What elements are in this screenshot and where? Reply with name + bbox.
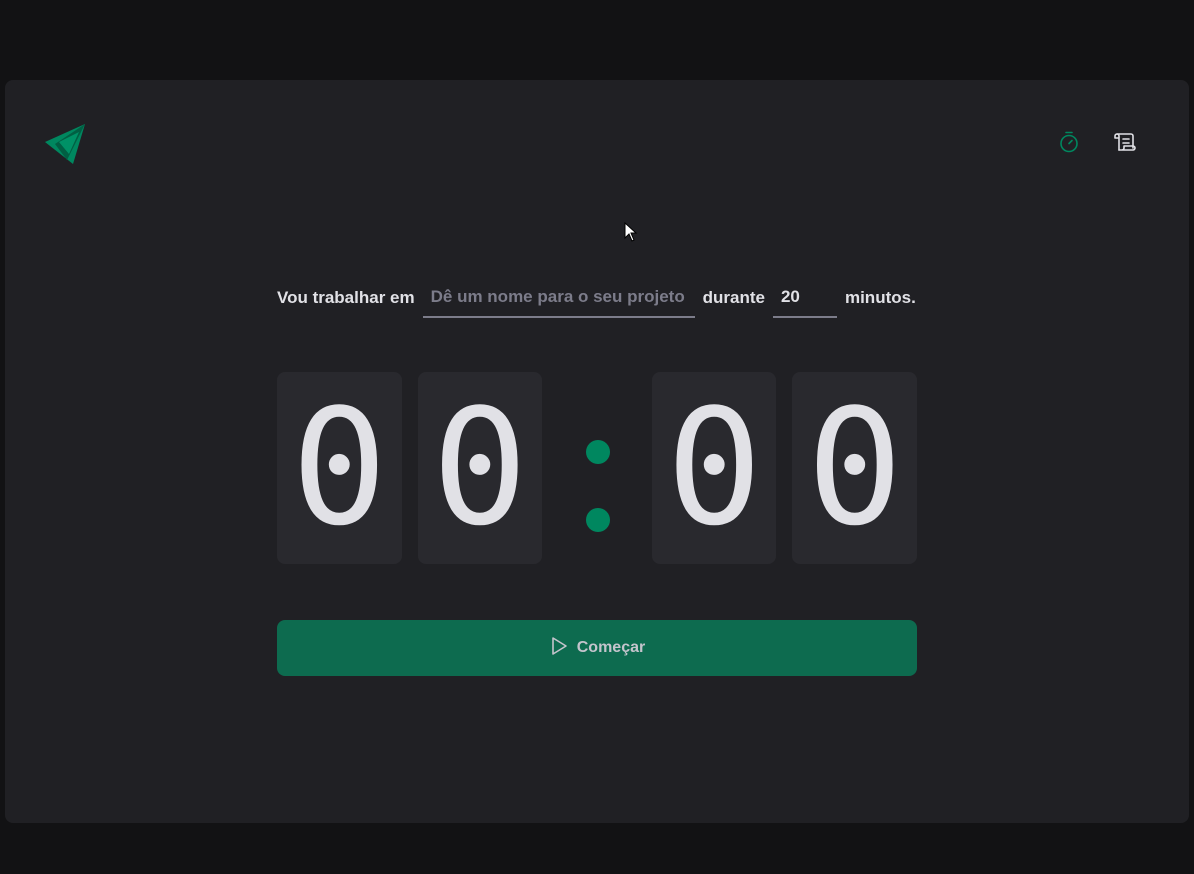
- start-button-label: Começar: [576, 639, 646, 656]
- nav-history-link[interactable]: [1111, 130, 1139, 158]
- task-form: Vou trabalhar em durante minutos.: [277, 276, 917, 320]
- header-nav: [1055, 130, 1139, 158]
- separator-dot-top: [586, 440, 611, 464]
- task-label: Vou trabalhar em: [277, 288, 415, 307]
- minutes-amount-input[interactable]: [772, 278, 837, 318]
- countdown-display: 0 0 0 0: [277, 372, 918, 564]
- seconds-ones-digit: 0: [792, 372, 918, 564]
- duration-label: durante: [702, 288, 765, 307]
- minutes-tens-digit: 0: [277, 372, 402, 564]
- minutes-ones-digit: 0: [417, 372, 543, 564]
- app-container: Vou trabalhar em durante minutos. 0 0 0 …: [5, 80, 1189, 823]
- history-scroll-icon: [1113, 130, 1137, 159]
- task-name-input[interactable]: [422, 278, 695, 318]
- timer-icon: [1057, 130, 1081, 159]
- separator-dot-bottom: [586, 508, 611, 532]
- play-icon: [549, 636, 569, 661]
- start-countdown-button[interactable]: Começar: [277, 620, 917, 676]
- nav-timer-link[interactable]: [1055, 130, 1083, 158]
- countdown-separator: [558, 372, 636, 564]
- app-logo-icon: [45, 124, 87, 166]
- seconds-tens-digit: 0: [651, 372, 777, 564]
- mouse-cursor-icon: [624, 221, 638, 242]
- minutes-suffix-label: minutos.: [844, 288, 916, 307]
